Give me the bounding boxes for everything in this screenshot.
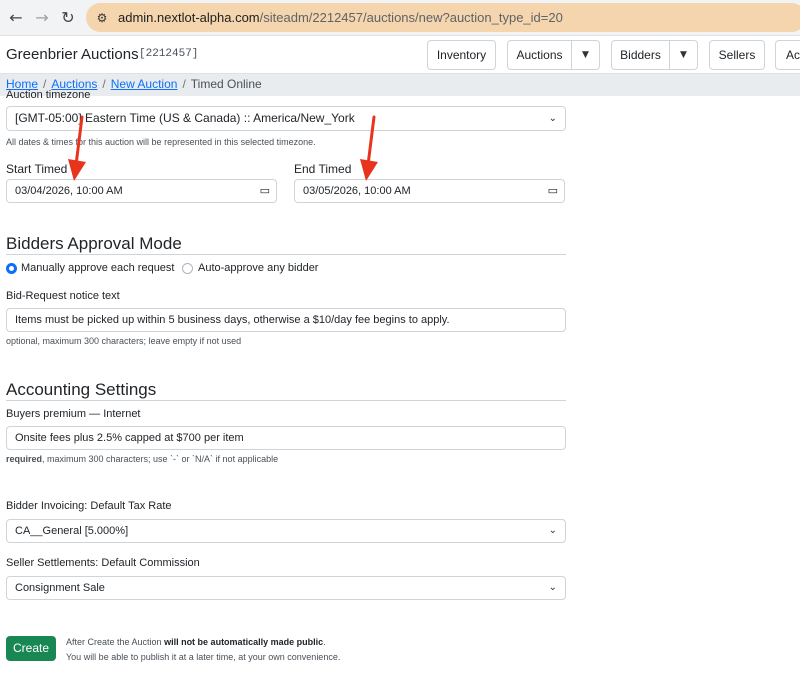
required-text: required bbox=[6, 454, 43, 464]
browser-toolbar: ← → ↻ ⚙ admin.nextlot-alpha.com/siteadm/… bbox=[0, 0, 800, 36]
sellers-button[interactable]: Sellers bbox=[709, 40, 765, 70]
note-post: . bbox=[323, 637, 326, 647]
caret-down-icon: ▼ bbox=[680, 50, 687, 60]
bid-request-label: Bid-Request notice text bbox=[6, 290, 120, 302]
forward-arrow-icon[interactable]: → bbox=[32, 8, 52, 28]
breadcrumb-bar: Home / Auctions / New Auction / Timed Online bbox=[0, 74, 800, 96]
address-bar[interactable]: ⚙ admin.nextlot-alpha.com/siteadm/221245… bbox=[86, 3, 800, 32]
bid-request-help: optional, maximum 300 characters; leave … bbox=[6, 336, 242, 346]
commission-select[interactable]: Consignment Sale ⌄ bbox=[6, 576, 566, 600]
section-divider bbox=[6, 254, 566, 255]
auction-form: Auction timezone [GMT-05:00] Eastern Tim… bbox=[0, 89, 800, 696]
breadcrumb-current: Timed Online bbox=[190, 77, 262, 91]
chevron-down-icon: ⌄ bbox=[548, 525, 557, 536]
buyers-premium-input[interactable]: Onsite fees plus 2.5% capped at $700 per… bbox=[6, 426, 566, 450]
reload-icon[interactable]: ↻ bbox=[58, 8, 78, 28]
bidders-button[interactable]: Bidders bbox=[611, 40, 670, 70]
end-timed-input[interactable]: 03/05/2026, 10:00 AM ▭ bbox=[294, 179, 565, 203]
timezone-help: All dates & times for this auction will … bbox=[6, 137, 316, 147]
start-timed-label: Start Timed bbox=[6, 162, 68, 176]
approval-auto-label[interactable]: Auto-approve any bidder bbox=[198, 262, 318, 274]
calendar-icon[interactable]: ▭ bbox=[260, 180, 270, 202]
tax-rate-value: CA__General [5.000%] bbox=[15, 525, 129, 537]
approval-auto-radio[interactable] bbox=[182, 263, 193, 274]
breadcrumb-separator: / bbox=[182, 77, 186, 91]
start-timed-input[interactable]: 03/04/2026, 10:00 AM ▭ bbox=[6, 179, 277, 203]
buyers-premium-label: Buyers premium — Internet bbox=[6, 408, 141, 420]
bidders-dropdown-toggle[interactable]: ▼ bbox=[670, 40, 698, 70]
bidders-approval-title: Bidders Approval Mode bbox=[6, 234, 182, 253]
tax-rate-select[interactable]: CA__General [5.000%] ⌄ bbox=[6, 519, 566, 543]
caret-down-icon: ▼ bbox=[582, 50, 589, 60]
breadcrumb-new-auction[interactable]: New Auction bbox=[111, 77, 178, 91]
auctions-dropdown-toggle[interactable]: ▼ bbox=[572, 40, 600, 70]
auctions-button[interactable]: Auctions bbox=[507, 40, 572, 70]
back-arrow-icon[interactable]: ← bbox=[6, 8, 26, 28]
app-header: Greenbrier Auctions [2212457] Inventory … bbox=[0, 36, 800, 74]
annotation-arrow-start bbox=[68, 115, 86, 181]
annotation-arrow-end bbox=[360, 115, 378, 181]
url-host: admin.nextlot-alpha.com bbox=[118, 10, 260, 25]
end-timed-value: 03/05/2026, 10:00 AM bbox=[303, 185, 411, 197]
start-timed-value: 03/04/2026, 10:00 AM bbox=[15, 185, 123, 197]
commission-value: Consignment Sale bbox=[15, 582, 105, 594]
chevron-down-icon: ⌄ bbox=[548, 582, 557, 593]
note-bold: will not be automatically made public bbox=[164, 637, 324, 647]
brand-name[interactable]: Greenbrier Auctions bbox=[6, 46, 139, 63]
more-nav-button[interactable]: Ac bbox=[775, 40, 800, 70]
inventory-button[interactable]: Inventory bbox=[427, 40, 496, 70]
site-id: [2212457] bbox=[139, 48, 199, 60]
calendar-icon[interactable]: ▭ bbox=[548, 180, 558, 202]
buyers-premium-help: required, maximum 300 characters; use `-… bbox=[6, 454, 278, 464]
breadcrumb-separator: / bbox=[102, 77, 106, 91]
approval-manual-label[interactable]: Manually approve each request bbox=[21, 262, 174, 274]
buyers-premium-help-text: , maximum 300 characters; use `-` or `N/… bbox=[42, 454, 279, 464]
create-note-line2: You will be able to publish it at a late… bbox=[66, 652, 341, 662]
create-note-line1: After Create the Auction will not be aut… bbox=[66, 637, 326, 647]
create-button[interactable]: Create bbox=[6, 636, 56, 661]
bid-request-input[interactable]: Items must be picked up within 5 busines… bbox=[6, 308, 566, 332]
tax-rate-label: Bidder Invoicing: Default Tax Rate bbox=[6, 500, 172, 512]
commission-label: Seller Settlements: Default Commission bbox=[6, 557, 200, 569]
chevron-down-icon: ⌄ bbox=[548, 113, 557, 124]
end-timed-label: End Timed bbox=[294, 162, 352, 176]
site-settings-icon[interactable]: ⚙ bbox=[94, 10, 110, 26]
note-pre: After Create the Auction bbox=[66, 637, 165, 647]
accounting-settings-title: Accounting Settings bbox=[6, 380, 157, 399]
url-text[interactable]: admin.nextlot-alpha.com/siteadm/2212457/… bbox=[118, 10, 563, 25]
timezone-label: Auction timezone bbox=[6, 89, 91, 101]
approval-manual-radio[interactable] bbox=[6, 263, 17, 274]
url-path: /siteadm/2212457/auctions/new?auction_ty… bbox=[259, 10, 563, 25]
section-divider bbox=[6, 400, 566, 401]
